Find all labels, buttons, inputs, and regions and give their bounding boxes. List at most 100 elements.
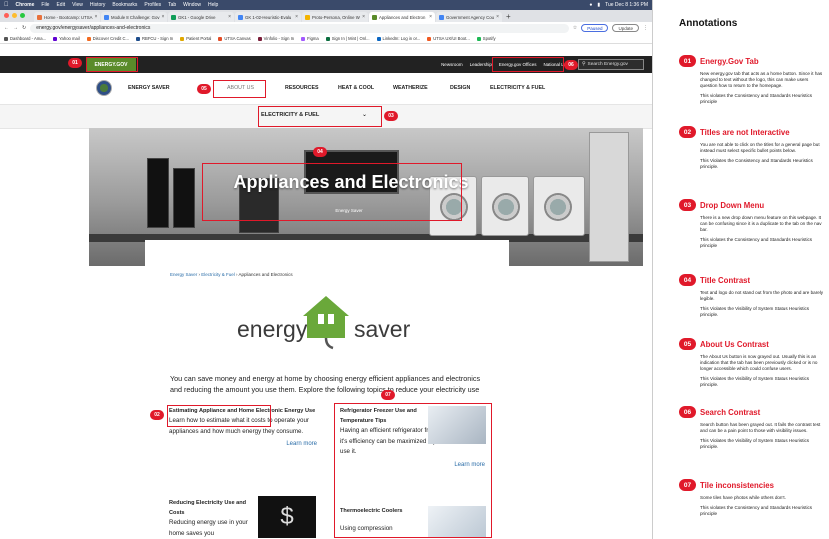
breadcrumb-link[interactable]: Electricity & Fuel [201, 272, 235, 277]
annotation-text: You are not able to click on the titles … [700, 142, 820, 153]
annotation-header: 04 Title Contrast [679, 274, 825, 286]
menu-app[interactable]: Chrome [16, 2, 35, 8]
annotation-title: Search Contrast [700, 407, 761, 417]
browser-tab[interactable]: Appliances and Electron × [369, 12, 435, 22]
callout-box-05 [213, 80, 266, 98]
browser-tab[interactable]: Government Agency Cou × [436, 12, 502, 22]
back-icon[interactable]: ← [4, 25, 9, 31]
bookmark-item[interactable]: UTSA Canvas [218, 36, 251, 41]
callout-box-07 [334, 403, 492, 538]
browser-tab[interactable]: Module 8 Challenge: Gov × [101, 12, 167, 22]
annotation-text: The About Us button is now grayed out. U… [700, 354, 818, 371]
url-input[interactable] [30, 23, 569, 33]
site-name[interactable]: ENERGY SAVER [128, 85, 170, 91]
bookmark-label: Yahoo mail [59, 36, 80, 41]
menu-item[interactable]: Profiles [144, 2, 161, 8]
tab-favicon-icon [37, 14, 42, 20]
house-plug-icon [303, 296, 349, 350]
menu-item[interactable]: Help [208, 2, 218, 8]
bookmark-item[interactable]: Yahoo mail [53, 36, 80, 41]
bookmark-label: UTSA Canvas [224, 36, 251, 41]
tab-close-icon[interactable]: × [496, 14, 499, 20]
menu-item[interactable]: Window [183, 2, 201, 8]
bookmark-star-icon[interactable]: ☆ [573, 25, 577, 31]
zoom-window-button[interactable] [20, 13, 25, 18]
annotations-title: Annotations [679, 18, 738, 29]
tab-close-icon[interactable]: × [362, 14, 365, 20]
tab-favicon-icon [171, 14, 176, 20]
logo-word-saver: saver [354, 316, 411, 342]
nav-design[interactable]: DESIGN [450, 85, 470, 91]
reload-icon[interactable]: ↻ [22, 25, 26, 31]
tab-close-icon[interactable]: × [228, 14, 231, 20]
battery-icon[interactable]: ▮ [597, 2, 600, 8]
nav-weatherize[interactable]: WEATHERIZE [393, 85, 428, 91]
tab-label: Proto-Persona, Online W [312, 14, 360, 20]
menu-clock[interactable]: Tue Dec 8 1:36 PM [605, 2, 648, 8]
top-nav-link[interactable]: Newsroom [441, 62, 463, 67]
bookmark-item[interactable]: Dashboard - Ama... [4, 36, 46, 41]
menu-item[interactable]: Tab [168, 2, 176, 8]
card-body: Reducing energy use in your home saves y… [169, 519, 248, 537]
logo-word-energy: energy [237, 316, 308, 342]
learn-more-link[interactable]: Learn more [169, 439, 317, 450]
annotation-text: This Violates the Visibility of System S… [700, 305, 810, 317]
tab-favicon-icon [305, 14, 310, 20]
tab-close-icon[interactable]: × [94, 14, 97, 20]
update-button[interactable]: Update [612, 24, 639, 32]
browser-tab[interactable]: Proto-Persona, Online W × [302, 12, 368, 22]
annotations-panel: Annotations 01 Energy.Gov Tab New energy.g… [652, 0, 829, 539]
menu-item[interactable]: History [90, 2, 106, 8]
bookmark-favicon-icon [86, 36, 91, 41]
close-window-button[interactable] [4, 13, 9, 18]
bookmark-item[interactable]: LinkedIn: Log in or... [376, 36, 421, 41]
annotation-text: New energy.gov tab that acts as a home b… [700, 71, 823, 88]
site-search[interactable]: ⚲ Search Energy.gov [578, 59, 644, 70]
browser-tab[interactable]: Home - Bootcamp: UTSA × [34, 12, 100, 22]
annotation-number: 06 [679, 406, 696, 418]
breadcrumb-link[interactable]: Energy Saver [170, 272, 197, 277]
fridge-image [589, 132, 629, 262]
bookmark-item[interactable]: UTSA UX/UI Boot... [427, 36, 470, 41]
bookmark-favicon-icon [53, 36, 58, 41]
callout-box-02 [167, 405, 271, 427]
menu-item[interactable]: View [72, 2, 83, 8]
new-tab-icon[interactable]: + [506, 12, 511, 22]
browser-tab[interactable]: GK1 - Google Drive × [168, 12, 234, 22]
bookmark-item[interactable]: Spotify [476, 36, 496, 41]
forward-icon[interactable]: → [13, 25, 18, 31]
tab-close-icon[interactable]: × [429, 14, 432, 20]
browser-tab[interactable]: GK 1-02-Heuristic-Evalu × [235, 12, 301, 22]
bookmark-item[interactable]: Figma [301, 36, 319, 41]
bookmark-item[interactable]: RBFCU - Sign In [136, 36, 173, 41]
wifi-icon[interactable]: ● [589, 2, 592, 8]
nav-heat-cool[interactable]: HEAT & COOL [338, 85, 374, 91]
more-menu-icon[interactable]: ⋮ [643, 25, 648, 31]
menu-item[interactable]: Edit [56, 2, 65, 8]
menu-item[interactable]: Bookmarks [112, 2, 137, 8]
bookmark-label: LinkedIn: Log in or... [382, 36, 421, 41]
annotation-title: Title Contrast [700, 275, 751, 285]
tab-favicon-icon [439, 14, 444, 20]
bookmark-item[interactable]: Sign In | Mint | Onl... [325, 36, 370, 41]
bookmark-favicon-icon [376, 36, 381, 41]
minimize-window-button[interactable] [12, 13, 17, 18]
tab-close-icon[interactable]: × [162, 14, 165, 20]
callout-badge-04: 04 [313, 147, 327, 157]
tab-close-icon[interactable]: × [295, 14, 298, 20]
bookmark-item[interactable]: Discover Credit C... [86, 36, 129, 41]
top-nav-link[interactable]: Leadership [470, 62, 492, 67]
menu-item[interactable]: File [41, 2, 49, 8]
bookmark-item[interactable]: Vinfolio - Sign In [257, 36, 294, 41]
bookmark-favicon-icon [427, 36, 432, 41]
card-title: Reducing Electricity Use and Costs [169, 500, 247, 516]
annotation-number: 07 [679, 479, 696, 491]
breadcrumb: Energy Saver › Electricity & Fuel › Appl… [170, 272, 293, 277]
profile-paused-button[interactable]: Paused [581, 24, 609, 32]
bookmark-item[interactable]: Patient Portal [180, 36, 211, 41]
nav-resources[interactable]: RESOURCES [285, 85, 319, 91]
doe-seal-logo[interactable] [96, 80, 112, 96]
nav-electricity-fuel[interactable]: ELECTRICITY & FUEL [490, 85, 545, 91]
apple-icon[interactable]:  [4, 2, 9, 8]
annotation-title: Tile inconsistencies [700, 480, 774, 490]
